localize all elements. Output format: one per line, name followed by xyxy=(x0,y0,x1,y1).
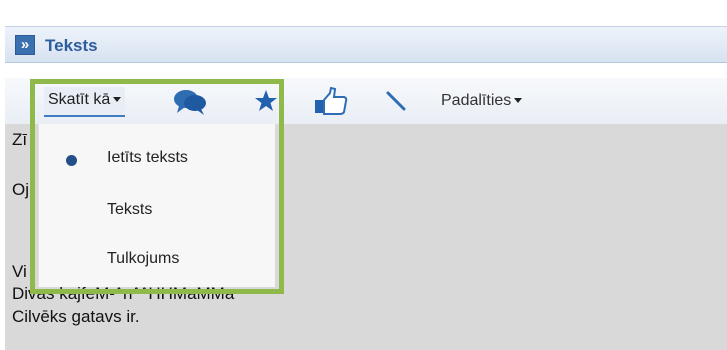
selected-bullet-icon xyxy=(66,155,77,166)
star-icon[interactable] xyxy=(253,89,279,113)
thumbs-up-icon[interactable] xyxy=(313,87,349,115)
expand-button[interactable]: » xyxy=(15,35,35,55)
content-line: Vi xyxy=(12,262,27,281)
content-line: Oj xyxy=(12,180,29,199)
menu-item-translation[interactable]: Tulkojums xyxy=(107,250,179,268)
panel-titlebar: » Teksts xyxy=(5,26,727,63)
caret-down-icon xyxy=(514,98,523,104)
share-dropdown[interactable]: Padalīties xyxy=(441,92,523,110)
content-line: Cilvēks gatavs ir. xyxy=(12,307,140,326)
content-line: Zī xyxy=(12,130,28,149)
menu-item-text[interactable]: Teksts xyxy=(107,201,152,219)
toolbar: Skatīt kā Padalīties xyxy=(5,78,727,124)
comments-icon[interactable] xyxy=(173,88,209,116)
menu-item-wrapped-text[interactable]: Ietīts teksts xyxy=(107,149,188,167)
share-label: Padalīties xyxy=(441,92,512,109)
double-chevron-icon: » xyxy=(20,36,30,53)
view-as-menu: Ietīts teksts Teksts Tulkojums xyxy=(38,124,275,287)
panel-title: Teksts xyxy=(45,36,98,55)
pencil-icon[interactable] xyxy=(385,90,407,112)
view-as-dropdown[interactable]: Skatīt kā xyxy=(44,87,126,117)
content-line: Divas kajfeM-^n^^HHMaMMa xyxy=(12,284,235,303)
caret-down-icon xyxy=(113,97,122,103)
view-as-label: Skatīt kā xyxy=(48,91,111,108)
